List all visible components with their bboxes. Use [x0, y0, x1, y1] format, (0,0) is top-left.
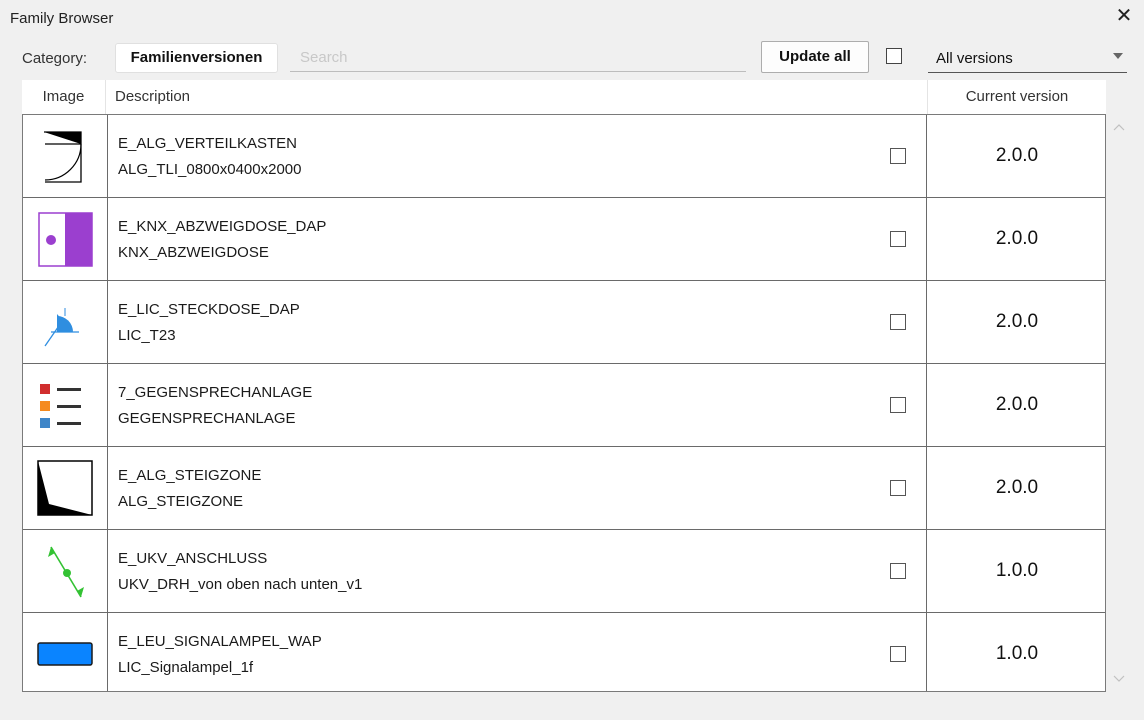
riser-zone-icon — [37, 460, 93, 516]
family-type: GEGENSPRECHANLAGE — [118, 410, 296, 427]
current-version: 2.0.0 — [995, 394, 1039, 415]
current-version: 2.0.0 — [995, 477, 1039, 498]
toolbar: Category: Familienversionen Update all A… — [0, 40, 1144, 76]
family-name: E_LIC_STECKDOSE_DAP — [118, 301, 300, 318]
version-filter-value: All versions — [936, 50, 1013, 67]
family-table: E_ALG_VERTEILKASTEN ALG_TLI_0800x0400x20… — [22, 114, 1106, 692]
current-version: 2.0.0 — [995, 311, 1039, 332]
chevron-down-icon[interactable] — [1113, 674, 1125, 684]
chevron-up-icon[interactable] — [1113, 122, 1125, 132]
column-header-description[interactable]: Description — [107, 80, 927, 114]
junction-box-icon — [38, 212, 93, 267]
row-checkbox[interactable] — [890, 231, 906, 247]
table-row[interactable]: E_KNX_ABZWEIGDOSE_DAP KNX_ABZWEIGDOSE 2.… — [23, 198, 1105, 281]
family-name: E_LEU_SIGNALAMPEL_WAP — [118, 633, 322, 650]
family-type: KNX_ABZWEIGDOSE — [118, 244, 269, 261]
chevron-down-icon — [1113, 53, 1123, 59]
table-row[interactable]: E_LIC_STECKDOSE_DAP LIC_T23 2.0.0 — [23, 281, 1105, 364]
current-version: 2.0.0 — [995, 228, 1039, 249]
close-icon[interactable]: ✕ — [1114, 6, 1134, 26]
signal-lamp-icon — [37, 642, 93, 666]
select-all-checkbox[interactable] — [886, 48, 902, 64]
row-checkbox[interactable] — [890, 563, 906, 579]
table-header: Image Description Current version — [22, 80, 1106, 114]
update-all-button[interactable]: Update all — [761, 41, 869, 73]
family-type: LIC_Signalampel_1f — [118, 659, 254, 676]
row-checkbox[interactable] — [890, 646, 906, 662]
intercom-list-icon — [40, 384, 81, 428]
electrical-box-icon — [44, 131, 82, 183]
current-version: 2.0.0 — [995, 145, 1039, 166]
row-checkbox[interactable] — [890, 397, 906, 413]
category-label: Category: — [22, 50, 88, 67]
search-input[interactable] — [290, 44, 746, 72]
family-name: E_ALG_STEIGZONE — [118, 467, 262, 484]
row-checkbox[interactable] — [890, 480, 906, 496]
family-name: E_KNX_ABZWEIGDOSE_DAP — [118, 218, 327, 235]
current-version: 1.0.0 — [995, 643, 1039, 664]
cable-connection-icon — [48, 546, 84, 598]
family-name: E_ALG_VERTEILKASTEN — [118, 135, 297, 152]
column-header-image[interactable]: Image — [22, 80, 106, 114]
title-bar: Family Browser ✕ — [0, 0, 1144, 36]
row-checkbox[interactable] — [890, 148, 906, 164]
row-checkbox[interactable] — [890, 314, 906, 330]
table-row[interactable]: 7_GEGENSPRECHANLAGE GEGENSPRECHANLAGE 2.… — [23, 364, 1105, 447]
window-title: Family Browser — [10, 10, 114, 27]
family-type: ALG_TLI_0800x0400x2000 — [118, 161, 302, 178]
version-filter-select[interactable]: All versions — [928, 44, 1127, 73]
current-version: 1.0.0 — [995, 560, 1039, 581]
vertical-scrollbar[interactable] — [1108, 114, 1130, 692]
table-row[interactable]: E_ALG_VERTEILKASTEN ALG_TLI_0800x0400x20… — [23, 115, 1105, 198]
family-type: ALG_STEIGZONE — [118, 493, 244, 510]
table-row[interactable]: E_LEU_SIGNALAMPEL_WAP LIC_Signalampel_1f… — [23, 613, 1105, 696]
family-type: LIC_T23 — [118, 327, 176, 344]
table-row[interactable]: E_UKV_ANSCHLUSS UKV_DRH_von oben nach un… — [23, 530, 1105, 613]
table-row[interactable]: E_ALG_STEIGZONE ALG_STEIGZONE 2.0.0 — [23, 447, 1105, 530]
family-name: 7_GEGENSPRECHANLAGE — [118, 384, 313, 401]
family-name: E_UKV_ANSCHLUSS — [118, 550, 268, 567]
category-button[interactable]: Familienversionen — [115, 43, 278, 73]
family-type: UKV_DRH_von oben nach unten_v1 — [118, 576, 363, 593]
socket-icon — [44, 308, 79, 347]
column-header-current-version[interactable]: Current version — [927, 80, 1106, 114]
